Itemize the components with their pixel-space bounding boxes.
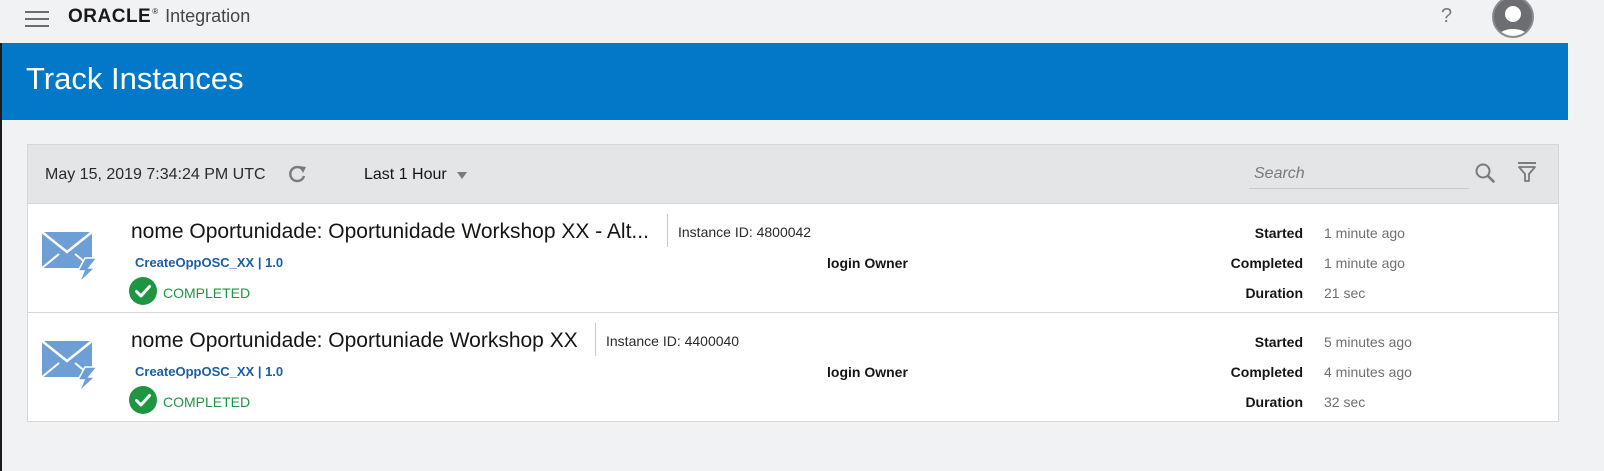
time-range-label: Last 1 Hour <box>364 166 447 183</box>
search-input[interactable] <box>1249 159 1469 189</box>
search-icon[interactable] <box>1474 162 1496 184</box>
logo-oracle-text: ORACLE <box>68 6 152 27</box>
instance-id: Instance ID: 4400040 <box>606 333 740 349</box>
instance-title[interactable]: nome Oportunidade: Oportunidade Workshop… <box>131 220 649 244</box>
integration-link[interactable]: CreateOppOSC_XX | 1.0 <box>135 255 283 270</box>
completed-value: 1 minute ago <box>1324 255 1405 271</box>
owner-label: login Owner <box>827 364 908 380</box>
instances-panel: May 15, 2019 7:34:24 PM UTC Last 1 Hour <box>27 144 1559 422</box>
refresh-icon[interactable] <box>286 163 308 185</box>
completed-value: 4 minutes ago <box>1324 364 1412 380</box>
integration-link[interactable]: CreateOppOSC_XX | 1.0 <box>135 364 283 379</box>
duration-value: 32 sec <box>1324 394 1366 410</box>
top-bar: ORACLE ® Integration ? <box>0 0 1604 43</box>
filter-icon[interactable] <box>1517 161 1537 183</box>
time-range-dropdown[interactable]: Last 1 Hour <box>364 166 467 184</box>
last-refreshed-timestamp: May 15, 2019 7:34:24 PM UTC <box>45 166 266 183</box>
instance-id: Instance ID: 4800042 <box>678 224 812 240</box>
instances-toolbar: May 15, 2019 7:34:24 PM UTC Last 1 Hour <box>27 144 1559 203</box>
hamburger-menu-icon[interactable] <box>25 11 49 27</box>
completed-label: Completed <box>1230 364 1303 380</box>
started-value: 1 minute ago <box>1324 225 1405 241</box>
instance-row[interactable]: nome Oportunidade: Oportuniade Workshop … <box>27 312 1559 422</box>
started-label: Started <box>1254 334 1303 350</box>
oracle-logo: ORACLE ® Integration <box>68 6 250 32</box>
title-divider <box>595 323 596 356</box>
user-avatar-icon[interactable] <box>1492 0 1534 38</box>
page-title: Track Instances <box>26 61 244 96</box>
title-divider <box>667 214 668 247</box>
page-header: Track Instances <box>0 43 1568 120</box>
completed-check-icon <box>129 277 157 305</box>
completed-label: Completed <box>1230 255 1303 271</box>
logo-registered-mark: ® <box>152 7 159 16</box>
right-gutter <box>1568 43 1604 471</box>
duration-label: Duration <box>1245 394 1303 410</box>
chevron-down-icon <box>456 171 467 179</box>
duration-label: Duration <box>1245 285 1303 301</box>
started-label: Started <box>1254 225 1303 241</box>
main-content: May 15, 2019 7:34:24 PM UTC Last 1 Hour <box>0 120 1568 471</box>
instance-row[interactable]: nome Oportunidade: Oportunidade Workshop… <box>27 203 1559 313</box>
duration-value: 21 sec <box>1324 285 1366 301</box>
instance-title[interactable]: nome Oportunidade: Oportuniade Workshop … <box>131 329 578 353</box>
owner-label: login Owner <box>827 255 908 271</box>
help-icon[interactable]: ? <box>1441 5 1452 28</box>
product-name: Integration <box>165 6 251 26</box>
completed-check-icon <box>129 386 157 414</box>
status-label: COMPLETED <box>163 394 251 410</box>
message-event-icon <box>41 337 101 393</box>
message-event-icon <box>41 228 101 284</box>
started-value: 5 minutes ago <box>1324 334 1412 350</box>
status-label: COMPLETED <box>163 285 251 301</box>
